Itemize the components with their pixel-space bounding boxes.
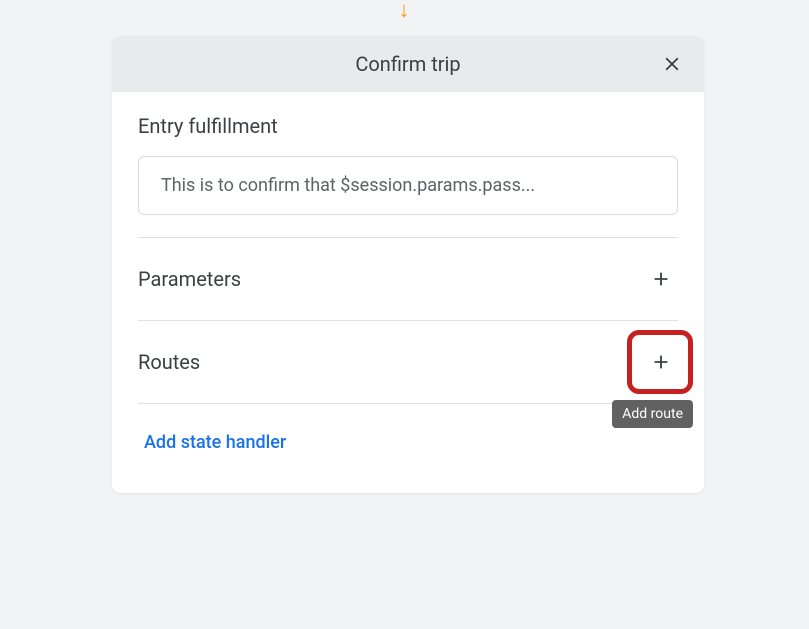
add-parameter-button[interactable] xyxy=(644,262,678,296)
add-state-handler-link[interactable]: Add state handler xyxy=(144,432,286,453)
panel-title: Confirm trip xyxy=(355,52,460,76)
parameters-section: Parameters xyxy=(138,238,678,320)
add-route-button[interactable] xyxy=(644,345,678,379)
add-state-handler-row: Add state handler xyxy=(138,404,678,493)
entry-fulfillment-field[interactable]: This is to confirm that $session.params.… xyxy=(138,156,678,215)
close-icon xyxy=(661,53,683,75)
plus-icon xyxy=(650,268,672,290)
parameters-label: Parameters xyxy=(138,267,241,291)
routes-section: Routes Add route xyxy=(138,321,678,403)
close-button[interactable] xyxy=(658,50,686,78)
panel-body: Entry fulfillment This is to confirm tha… xyxy=(112,92,704,493)
panel-header: Confirm trip xyxy=(112,36,704,92)
plus-icon xyxy=(650,351,672,373)
add-route-tooltip: Add route xyxy=(612,400,693,428)
confirm-trip-panel: Confirm trip Entry fulfillment This is t… xyxy=(112,36,704,493)
routes-label: Routes xyxy=(138,350,200,374)
arrow-down-indicator: ↓ xyxy=(399,0,410,22)
entry-fulfillment-heading: Entry fulfillment xyxy=(138,92,678,156)
